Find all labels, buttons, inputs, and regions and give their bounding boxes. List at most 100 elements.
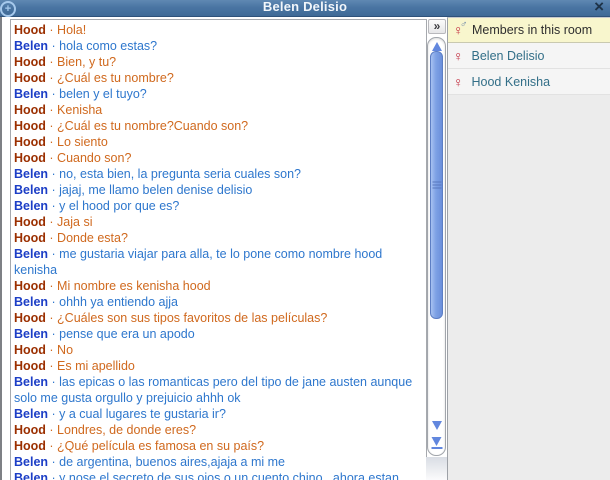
chat-window: + Belen Delisio × Hood · Hola!Belen · ho… [0,0,610,480]
chat-text: · las epicas o las romanticas pero del t… [14,375,412,405]
chat-author: Hood [14,119,46,133]
chat-message: Belen · no, esta bien, la pregunta seria… [14,166,423,182]
members-list: ♀ Belen Delisio ♀Hood Kenisha [448,43,610,95]
chat-text: · y el hood por que es? [48,199,179,213]
chat-author: Belen [14,295,48,309]
chat-author: Belen [14,327,48,341]
members-header: ♀ ♂ Members in this room [448,18,610,43]
chat-author: Hood [14,359,46,373]
scroll-down-button[interactable] [432,421,442,430]
chat-author: Hood [14,23,46,37]
chat-message: Belen · ohhh ya entiendo ajja [14,294,423,310]
member-name: Belen Delisio [472,49,545,63]
chat-author: Belen [14,471,48,480]
chat-text: · de argentina, buenos aires,ajaja a mi … [48,455,285,469]
chat-author: Hood [14,279,46,293]
chat-text: · ¿Cuál es tu nombre?Cuando son? [46,119,248,133]
chat-text: · Lo siento [46,135,108,149]
chat-message: Belen · hola como estas? [14,38,423,54]
chat-text: · Donde esta? [46,231,128,245]
chat-author: Hood [14,439,46,453]
chat-author: Belen [14,407,48,421]
chat-text: · Bien, y tu? [46,55,116,69]
chat-author: Belen [14,87,48,101]
scrollbar-thumb[interactable] [430,51,443,319]
triangle-down-icon [432,421,442,430]
chat-text: · ¿Qué película es famosa en su país? [46,439,264,453]
chat-text: · Hola! [46,23,86,37]
chat-text: · Cuando son? [46,151,131,165]
chat-text: · Es mi apellido [46,359,135,373]
chat-text: · Mi nombre es kenisha hood [46,279,211,293]
chat-message: Hood · ¿Cuáles son sus tipos favoritos d… [14,310,423,326]
chat-message: Belen · pense que era un apodo [14,326,423,342]
chat-author: Belen [14,199,48,213]
title-bar: + Belen Delisio × [0,0,610,17]
members-panel: ♀ ♂ Members in this room ♀Belen Delisio♀… [447,17,610,480]
chat-text: · Londres, de donde eres? [46,423,196,437]
scroll-to-bottom-button[interactable] [431,437,442,449]
chat-message: Hood · Cuando son? [14,150,423,166]
chat-author: Hood [14,135,46,149]
gender-couple-icon: ♀ ♂ [453,22,466,38]
chat-message: Hood · Donde esta? [14,230,423,246]
chat-message: Hood · ¿Qué película es famosa en su paí… [14,438,423,454]
chat-author: Belen [14,39,48,53]
chat-text: · No [46,343,73,357]
chat-message: Hood · Bien, y tu? [14,54,423,70]
chat-message: Belen · de argentina, buenos aires,ajaja… [14,454,423,470]
chat-author: Hood [14,71,46,85]
chat-log: Hood · Hola!Belen · hola como estas?Hood… [10,19,427,480]
chat-message: Hood · ¿Cuál es tu nombre?Cuando son? [14,118,423,134]
chat-author: Hood [14,423,46,437]
chat-message: Hood · Londres, de donde eres? [14,422,423,438]
chat-message: Belen · las epicas o las romanticas pero… [14,374,423,406]
member-row[interactable]: ♀Hood Kenisha [448,69,610,95]
chat-message: Hood · Kenisha [14,102,423,118]
close-icon[interactable]: × [594,0,604,17]
scroll-up-button[interactable] [432,42,442,51]
chat-message: Belen · belen y el tuyo? [14,86,423,102]
chat-author: Hood [14,215,46,229]
chat-text: · ¿Cuáles son sus tipos favoritos de las… [46,311,327,325]
chat-author: Belen [14,375,48,389]
chat-text: · ohhh ya entiendo ajja [48,295,178,309]
chat-text: · Jaja si [46,215,93,229]
chat-author: Belen [14,183,48,197]
collapse-members-button[interactable]: » [428,19,446,34]
chat-scrollbar[interactable] [427,37,446,456]
scroll-footer [426,457,447,480]
chat-text: · hola como estas? [48,39,157,53]
chat-text: · belen y el tuyo? [48,87,147,101]
chat-author: Hood [14,343,46,357]
chat-message: Hood · No [14,342,423,358]
chat-message: Belen · y el hood por que es? [14,198,423,214]
chat-text: · y nose el secreto de sus ojos o un cue… [14,471,399,480]
chat-author: Hood [14,103,46,117]
triangle-down-icon [431,437,441,446]
chat-message: Hood · Jaja si [14,214,423,230]
chat-message: Belen · me gustaria viajar para alla, te… [14,246,423,278]
chat-text: · y a cual lugares te gustaria ir? [48,407,226,421]
chat-author: Hood [14,151,46,165]
chat-author: Hood [14,55,46,69]
chat-message: Hood · Lo siento [14,134,423,150]
bottom-bar-icon [431,447,442,449]
male-icon: ♂ [460,19,468,30]
chevron-right-icon: » [429,20,445,33]
female-icon: ♀ [453,48,464,64]
chat-message: Hood · Mi nombre es kenisha hood [14,278,423,294]
chat-text: · jajaj, me llamo belen denise delisio [48,183,252,197]
chat-message: Hood · ¿Cuál es tu nombre? [14,70,423,86]
chat-message: Hood · Hola! [14,22,423,38]
triangle-up-icon [432,42,442,51]
member-row[interactable]: ♀ Belen Delisio [448,43,610,69]
chat-text: · me gustaria viajar para alla, te lo po… [14,247,382,277]
thumb-grip-icon [432,180,441,191]
chat-text: · no, esta bien, la pregunta seria cuale… [48,167,301,181]
chat-author: Belen [14,247,48,261]
chat-text: · Kenisha [46,103,102,117]
members-header-label: Members in this room [472,23,592,37]
chat-author: Belen [14,167,48,181]
chat-message: Belen · y a cual lugares te gustaria ir? [14,406,423,422]
